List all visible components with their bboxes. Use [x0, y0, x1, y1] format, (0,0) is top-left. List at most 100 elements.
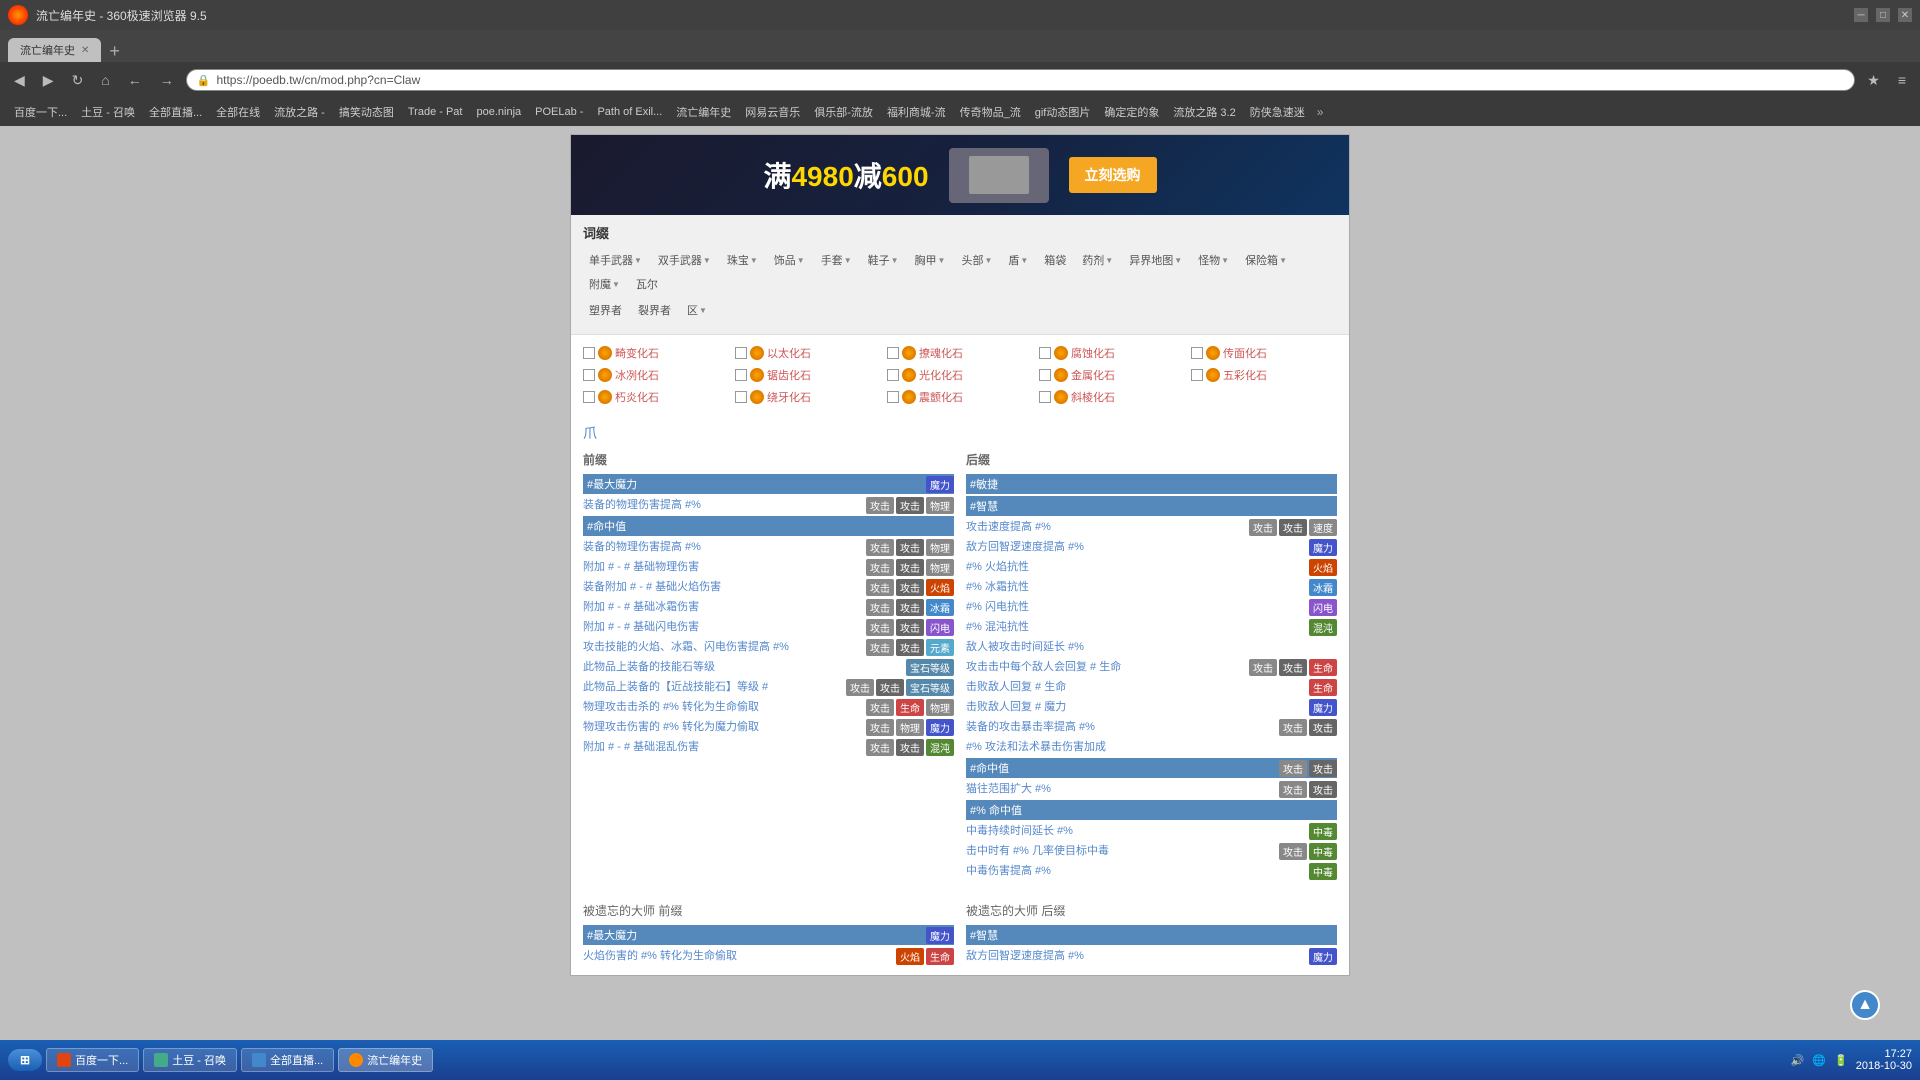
bm-tudou[interactable]: 土豆 - 召唤	[75, 102, 141, 122]
tab-close-icon[interactable]: ✕	[81, 45, 89, 56]
bm-all-live[interactable]: 全部直播...	[143, 102, 208, 122]
gem-checkbox-锯齿[interactable]	[735, 369, 747, 381]
gem-checkbox-冰冽[interactable]	[583, 369, 595, 381]
prefix-row-manasteal: 物理攻击伤害的 #% 转化为魔力偷取 攻击 物理 魔力	[583, 718, 954, 736]
prev-button[interactable]: ←	[122, 70, 148, 90]
menu-elder[interactable]: 裂界者	[632, 300, 677, 320]
taskbar-item-4[interactable]: 流亡编年史	[338, 1048, 433, 1072]
menu-helm[interactable]: 头部 ▼	[955, 250, 998, 270]
gem-checkbox-震颤[interactable]	[887, 391, 899, 403]
gem-金属: 金属化石	[1039, 367, 1185, 383]
close-button[interactable]: ✕	[1898, 8, 1912, 22]
bm-gifanim[interactable]: gif动态图片	[1029, 102, 1097, 122]
taskbar-item-2[interactable]: 土豆 - 召唤	[143, 1048, 237, 1072]
menu-shield[interactable]: 盾 ▼	[1002, 250, 1034, 270]
back-button[interactable]: ◀	[8, 70, 31, 91]
prefix-label-gem2: 此物品上装备的【近战技能石】等级 #	[583, 679, 846, 695]
bm-welfare[interactable]: 福利商城-流	[881, 102, 952, 122]
menu-area[interactable]: 区 ▼	[681, 300, 713, 320]
gem-checkbox-以太[interactable]	[735, 347, 747, 359]
stag-chaos-1: 混沌	[1309, 619, 1337, 636]
taskbar-item-3[interactable]: 全部直播...	[241, 1048, 334, 1072]
menu-flask[interactable]: 药剂 ▼	[1076, 250, 1119, 270]
title-controls[interactable]: ─ □ ✕	[1854, 8, 1912, 22]
bm-prevent[interactable]: 防侠急速迷	[1244, 102, 1311, 122]
bm-trade[interactable]: Trade - Pat	[402, 104, 469, 120]
bm-poeninja[interactable]: poe.ninja	[470, 104, 527, 120]
start-button[interactable]: ⊞	[8, 1049, 42, 1071]
menu-dual-weapon[interactable]: 双手武器 ▼	[652, 250, 717, 270]
gem-checkbox-五彩[interactable]	[1191, 369, 1203, 381]
refresh-button[interactable]: ↻	[66, 70, 90, 91]
bm-poe[interactable]: 流放之路 -	[268, 102, 331, 122]
next-button[interactable]: →	[154, 70, 180, 90]
gem-icon-撩魂	[902, 346, 916, 360]
menu-map[interactable]: 异界地图 ▼	[1123, 250, 1188, 270]
bm-baidu[interactable]: 百度一下...	[8, 102, 73, 122]
taskbar-item-1[interactable]: 百度一下...	[46, 1048, 139, 1072]
bookmark-button[interactable]: ★	[1861, 70, 1886, 91]
suffix-label-acc2: #% 命中值	[966, 800, 1337, 820]
gem-checkbox-传面[interactable]	[1191, 347, 1203, 359]
bm-netease[interactable]: 网易云音乐	[739, 102, 806, 122]
bm-all-online[interactable]: 全部在线	[210, 102, 266, 122]
bm-club[interactable]: 俱乐部-流放	[808, 102, 879, 122]
gem-checkbox-畸变[interactable]	[583, 347, 595, 359]
more-bookmarks-icon[interactable]: »	[1317, 105, 1324, 119]
home-button[interactable]: ⌂	[95, 70, 115, 90]
menu-bag[interactable]: 箱袋	[1038, 250, 1072, 270]
bookmark-bar: 百度一下... 土豆 - 召唤 全部直播... 全部在线 流放之路 - 搞笑动态…	[0, 98, 1920, 126]
tag-elem-1: 元素	[926, 639, 954, 656]
prefix-label-fire: 装备附加 # - # 基础火焰伤害	[583, 579, 866, 595]
settings-button[interactable]: ≡	[1892, 70, 1912, 90]
menu-jewel[interactable]: 珠宝 ▼	[721, 250, 764, 270]
bm-poe32[interactable]: 流放之路 3.2	[1167, 102, 1241, 122]
menu-vaal[interactable]: 瓦尔	[630, 274, 664, 294]
address-bar[interactable]: 🔒 https://poedb.tw/cn/mod.php?cn=Claw	[186, 69, 1856, 91]
menu-shaper[interactable]: 塑界者	[583, 300, 628, 320]
menu-enchant[interactable]: 附魔 ▼	[583, 274, 626, 294]
gem-以太: 以太化石	[735, 345, 881, 361]
new-tab-button[interactable]: +	[109, 41, 120, 62]
gem-checkbox-金属[interactable]	[1039, 369, 1051, 381]
menu-gloves[interactable]: 手套 ▼	[815, 250, 858, 270]
menu-strongbox[interactable]: 保险箱 ▼	[1239, 250, 1293, 270]
menu-monster[interactable]: 怪物 ▼	[1192, 250, 1235, 270]
menu-boots[interactable]: 鞋子 ▼	[862, 250, 905, 270]
active-tab[interactable]: 流亡编年史 ✕	[8, 38, 101, 62]
forward-button[interactable]: ▶	[37, 70, 60, 91]
minimize-button[interactable]: ─	[1854, 8, 1868, 22]
bm-lianghist[interactable]: 流亡编年史	[670, 102, 737, 122]
gem-checkbox-撩魂[interactable]	[887, 347, 899, 359]
lock-icon: 🔒	[197, 74, 211, 87]
buy-now-button[interactable]: 立刻选购	[1069, 157, 1157, 193]
tag-atk-6: 攻击	[896, 559, 924, 576]
gem-checkbox-光化[interactable]	[887, 369, 899, 381]
suffix-tags-chaosres: 混沌	[1309, 619, 1337, 636]
bm-legend[interactable]: 传奇物品_流	[954, 102, 1027, 122]
bm-gif[interactable]: 搞笑动态图	[333, 102, 400, 122]
menu-accessory[interactable]: 饰品 ▼	[768, 250, 811, 270]
prefix-row-fire: 装备附加 # - # 基础火焰伤害 攻击 攻击 火焰	[583, 578, 954, 596]
menu-chest[interactable]: 胸甲 ▼	[909, 250, 952, 270]
gem-checkbox-绕牙[interactable]	[735, 391, 747, 403]
scroll-top-button[interactable]: ▲	[1850, 990, 1880, 1020]
prefix-row-ice: 附加 # - # 基础冰霜伤害 攻击 攻击 冰霜	[583, 598, 954, 616]
gem-checkbox-朽炎[interactable]	[583, 391, 595, 403]
tag-atk-20: 攻击	[896, 739, 924, 756]
bm-confirm[interactable]: 确定定的象	[1098, 102, 1165, 122]
tag-atk-9: 攻击	[866, 599, 894, 616]
gem-checkbox-斜棱[interactable]	[1039, 391, 1051, 403]
bm-pathofexil[interactable]: Path of Exil...	[591, 104, 668, 120]
maximize-button[interactable]: □	[1876, 8, 1890, 22]
bm-poelab[interactable]: POELab -	[529, 104, 589, 120]
gem-icon-锯齿	[750, 368, 764, 382]
gem-畸变: 畸变化石	[583, 345, 729, 361]
laptop-image	[949, 148, 1049, 203]
suffix-label-chaosres: #% 混沌抗性	[966, 619, 1309, 635]
tag-mana-1: 魔力	[926, 719, 954, 736]
menu-single-weapon[interactable]: 单手武器 ▼	[583, 250, 648, 270]
gem-checkbox-腐蚀[interactable]	[1039, 347, 1051, 359]
suffix-row-critmult: #% 攻法和法术暴击伤害加成	[966, 738, 1337, 756]
prefix-tags-gem2: 攻击 攻击 宝石等级	[846, 679, 954, 696]
